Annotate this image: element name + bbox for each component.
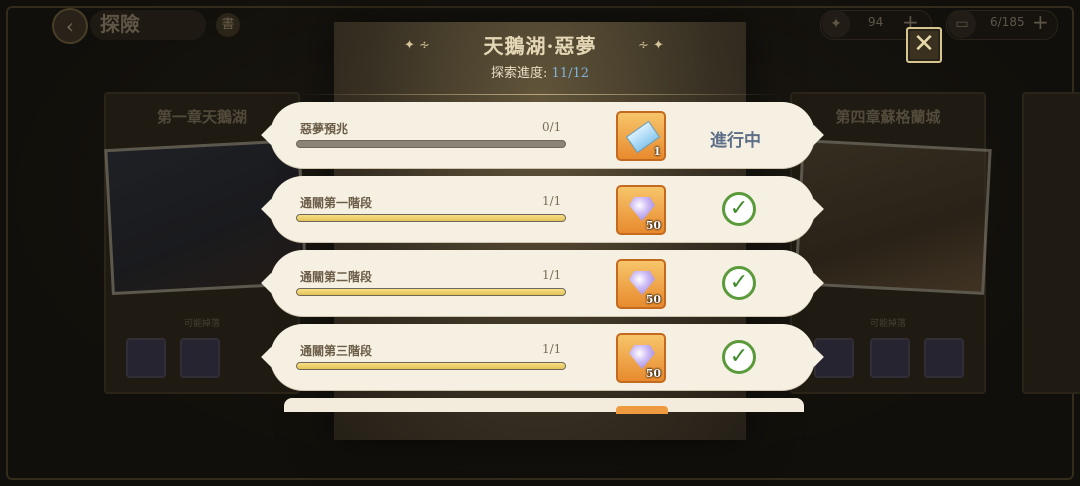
task-name: 通關第三階段 — [300, 344, 373, 358]
task-count: 1/1 — [542, 194, 562, 208]
reward-partial — [616, 406, 668, 414]
task-progress-bar — [296, 288, 566, 296]
task-progress-fill — [297, 363, 565, 369]
task-row-partial — [284, 398, 804, 412]
task-count: 1/1 — [542, 342, 562, 356]
status-in-progress: 進行中 — [710, 131, 761, 151]
task-name: 通關第二階段 — [300, 270, 373, 284]
task-progress-fill — [297, 289, 565, 295]
exploration-progress: 探索進度: 11/12 — [334, 62, 746, 81]
check-icon: ✓ — [722, 266, 756, 300]
task-name: 惡夢預兆 — [300, 122, 349, 136]
progress-value: 11/12 — [551, 66, 589, 81]
reward-ticket[interactable]: 1 — [616, 111, 666, 161]
reward-gem[interactable]: 50 — [616, 185, 666, 235]
gem-icon — [629, 197, 655, 221]
task-progress-bar — [296, 362, 566, 370]
task-row: 通關第三階段 1/1 50 ✓ — [270, 324, 815, 390]
gem-icon — [629, 345, 655, 369]
task-progress-fill — [297, 215, 565, 221]
close-icon[interactable]: ✕ — [906, 27, 942, 63]
task-count: 1/1 — [542, 268, 562, 282]
progress-label: 探索進度: — [491, 66, 548, 81]
task-name: 通關第一階段 — [300, 196, 373, 210]
reward-quantity: 50 — [645, 293, 661, 306]
check-icon: ✓ — [722, 340, 756, 374]
modal-title: 天鵝湖·惡夢 — [483, 34, 597, 58]
task-row: 通關第一階段 1/1 50 ✓ — [270, 176, 815, 242]
task-count: 0/1 — [542, 120, 562, 134]
reward-gem[interactable]: 50 — [616, 259, 666, 309]
task-progress-bar — [296, 214, 566, 222]
title-divider — [300, 94, 780, 95]
reward-quantity: 50 — [645, 367, 661, 380]
reward-quantity: 50 — [645, 219, 661, 232]
gem-icon — [629, 271, 655, 295]
task-row: 通關第二階段 1/1 50 ✓ — [270, 250, 815, 316]
task-row: 惡夢預兆 0/1 1 進行中 — [270, 102, 815, 168]
reward-quantity: 1 — [653, 145, 661, 158]
check-icon: ✓ — [722, 192, 756, 226]
task-progress-bar — [296, 140, 566, 148]
reward-gem[interactable]: 50 — [616, 333, 666, 383]
